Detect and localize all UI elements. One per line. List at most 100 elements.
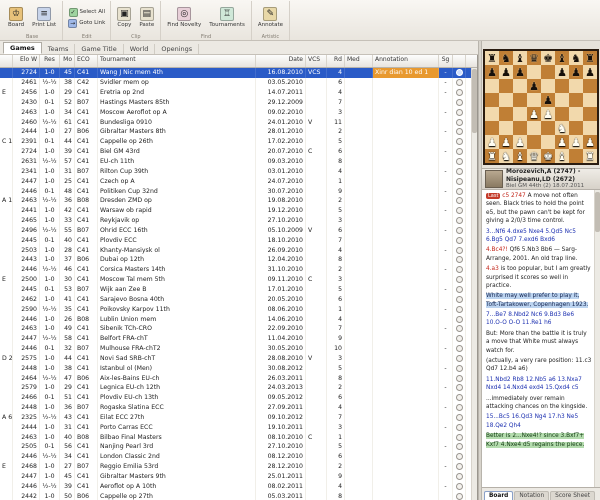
board-square[interactable] [583, 121, 597, 135]
board-square[interactable]: ♟ [513, 65, 527, 79]
record-selector-icon[interactable] [455, 128, 463, 136]
move-link[interactable]: 3...Nf6 4.dxe5 Nxe4 5.Qd5 Nc5 6.Bg5 Qd7 … [486, 229, 576, 243]
column-header[interactable]: Sg [439, 55, 453, 67]
record-selector-icon[interactable] [455, 69, 463, 77]
record-selector-icon[interactable] [455, 345, 463, 353]
record-selector-icon[interactable] [455, 187, 463, 195]
table-row[interactable]: 2447 ½-½ 58 C41 Belfort FRA-chT 11.04.2010 9 [0, 333, 477, 344]
record-selector-icon[interactable] [455, 285, 463, 293]
move-link[interactable]: 11.Nbd2 Rb8 12.Nb5 a6 13.Nxa7 Nxd4 14.Nx… [486, 377, 582, 391]
record-selector-icon[interactable] [455, 453, 463, 461]
board-square[interactable]: ♟ [527, 79, 541, 93]
record-selector-icon[interactable] [455, 413, 463, 421]
table-row[interactable]: 2430 0-1 52 B07 Hastings Masters 85th 29.12.2… [0, 97, 477, 108]
column-header[interactable]: Mo [60, 55, 75, 67]
board-square[interactable] [499, 79, 513, 93]
table-row[interactable]: 2579 1-0 29 C41 Legnica EU-ch 12th 24.03.2013… [0, 383, 477, 393]
table-row[interactable]: 2463 1-0 49 C41 Sibenik TCh-CRO 22.09.2010 7 - [0, 323, 477, 334]
table-row[interactable]: 2724 1-0 45 C41 Wang J Nic mem 4th 16.08.2010… [0, 68, 477, 78]
column-header[interactable]: Date [256, 55, 306, 67]
table-row[interactable]: 2445 0-1 40 C41 Plovdiv ECC 18.10.2010 7 [0, 235, 477, 246]
board-square[interactable]: ♞ [555, 121, 569, 135]
board-square[interactable] [499, 107, 513, 121]
annotation-text[interactable]: White may well prefer to play it, Toft-T… [486, 293, 589, 308]
select-all-button[interactable]: ✓ Select All [67, 7, 108, 17]
record-selector-icon[interactable] [455, 364, 463, 372]
board-square[interactable]: ♞ [499, 149, 513, 163]
board-square[interactable] [513, 121, 527, 135]
record-selector-icon[interactable] [455, 167, 463, 175]
table-row[interactable]: 2464 ½-½ 47 B06 Aix-les-Bains EU-ch 26.03.201… [0, 373, 477, 383]
board-square[interactable]: ♜ [485, 149, 499, 163]
board-square[interactable] [583, 93, 597, 107]
board-square[interactable]: ♟ [499, 135, 513, 149]
board-square[interactable]: ♟ [527, 107, 541, 121]
record-selector-icon[interactable] [455, 197, 463, 205]
board-square[interactable]: ♚ [541, 149, 555, 163]
board-square[interactable] [555, 93, 569, 107]
board-square[interactable] [569, 107, 583, 121]
table-row[interactable]: 2461 ½-½ 38 C42 Svidler mem op 03.05.2010 6 - [0, 77, 477, 88]
record-selector-icon[interactable] [455, 108, 463, 116]
column-header[interactable] [0, 55, 13, 67]
table-row[interactable]: 2445 0-1 53 B07 Wijk aan Zee B 17.01.2010 5 - [0, 284, 477, 295]
board-square[interactable]: ♟ [555, 135, 569, 149]
tab-teams[interactable]: Teams [42, 44, 76, 54]
record-selector-icon[interactable] [455, 295, 463, 303]
table-row[interactable]: 2631 ½-½ 57 C41 EU-ch 11th 09.03.2010 8 [0, 156, 477, 167]
table-row[interactable]: E 2456 1-0 29 C41 Eretria op 2nd 14.07.2011 4 - [0, 87, 477, 98]
record-selector-icon[interactable] [455, 246, 463, 254]
table-row[interactable]: 2341 1-0 31 B07 Rilton Cup 39th 03.01.2010 4 - [0, 166, 477, 177]
record-selector-icon[interactable] [455, 89, 463, 97]
board-square[interactable]: ♟ [499, 65, 513, 79]
board-square[interactable] [513, 93, 527, 107]
table-row[interactable]: 2446 ½-½ 46 C41 Corsica Masters 14th 31.10.20… [0, 264, 477, 275]
column-header[interactable]: Med [345, 55, 373, 67]
table-row[interactable]: 2463 1-0 40 B08 Bilbao Final Masters 08.10.20… [0, 432, 477, 443]
table-row[interactable]: A 152463½-½36B08Dresden ZMD op19.08.2010… [0, 195, 477, 206]
table-row[interactable]: 2446 1-0 26 B08 Lublin Union mem 14.06.2010 4 [0, 314, 477, 324]
tab-game-title[interactable]: Game Title [75, 44, 124, 54]
board-square[interactable]: ♟ [569, 65, 583, 79]
find-novelty-button[interactable]: ◎ Find Novelty [164, 6, 204, 29]
table-row[interactable]: 2503 1-0 28 C41 Khanty-Mansiysk ol 26.09.2010… [0, 245, 477, 256]
record-selector-icon[interactable] [455, 118, 463, 126]
chess-board[interactable]: ♜ ♞ ♝ ♛ ♚ ♝ ♞ ♜ ♟ ♟ ♟ ♟ ♟ ♟ ♟ ♟ ♟ ♟ ♞ ♟ ♟ ♟ ♟ ♟ ♟ ♜ ♞ ♝ ♛ ♚ ♝ ♜ [483, 49, 599, 165]
move-link[interactable]: 15...Bc5 16.Qd3 Ng4 17.h3 Ne5 18.Qe2 Qh4 [486, 414, 578, 428]
table-row[interactable]: 2446 ½-½ 39 C41 Aeroflot op A 10th 08.02.2011… [0, 481, 477, 492]
table-scrollbar[interactable] [471, 68, 477, 500]
board-square[interactable]: ♟ [541, 107, 555, 121]
board-square[interactable] [485, 79, 499, 93]
record-selector-icon[interactable] [455, 374, 463, 382]
board-square[interactable]: ♞ [499, 51, 513, 65]
tab-openings[interactable]: Openings [155, 44, 200, 54]
board-square[interactable] [555, 79, 569, 93]
table-row[interactable]: 2448 1-0 38 C41 Istanbul ol (Men) 30.08.2012 5… [0, 363, 477, 374]
board-square[interactable] [569, 121, 583, 135]
table-row[interactable]: 2590 ½-½ 35 C41 Poikovsky Karpov 11th 08.06.2… [0, 304, 477, 315]
record-selector-icon[interactable] [455, 207, 463, 215]
table-row[interactable]: 2466 0-1 51 C41 Plovdiv EU-ch 13th 09.05.2012… [0, 392, 477, 403]
board-square[interactable]: ♝ [555, 149, 569, 163]
board-square[interactable] [485, 93, 499, 107]
board-square[interactable] [513, 79, 527, 93]
board-square[interactable]: ♟ [583, 65, 597, 79]
board-square[interactable] [555, 107, 569, 121]
bottom-tab-notation[interactable]: Notation [514, 491, 550, 500]
table-row[interactable]: 2724 1-0 39 C41 Biel GM 43rd 20.07.2010 C 6 - [0, 146, 477, 157]
record-selector-icon[interactable] [455, 384, 463, 392]
board-square[interactable]: ♝ [513, 149, 527, 163]
board-square[interactable]: ♝ [555, 51, 569, 65]
annotate-button[interactable]: ✎ Annotate [255, 6, 286, 29]
tournaments-button[interactable]: ♖ Tournaments [206, 6, 248, 29]
board-square[interactable]: ♟ [541, 93, 555, 107]
record-selector-icon[interactable] [455, 217, 463, 225]
board-square[interactable] [485, 107, 499, 121]
notation-scrollbar[interactable] [594, 190, 600, 487]
table-row[interactable]: 2446 0-1 48 C41 Politiken Cup 32nd 30.07.2010… [0, 186, 477, 196]
board-square[interactable]: ♟ [569, 135, 583, 149]
board-square[interactable] [485, 121, 499, 135]
copy-button[interactable]: ▣ Copy [114, 6, 134, 29]
table-row[interactable]: 2442 1-0 50 B06 Cappelle op 27th 05.03.2011 8 [0, 491, 477, 500]
board-square[interactable]: ♝ [513, 51, 527, 65]
